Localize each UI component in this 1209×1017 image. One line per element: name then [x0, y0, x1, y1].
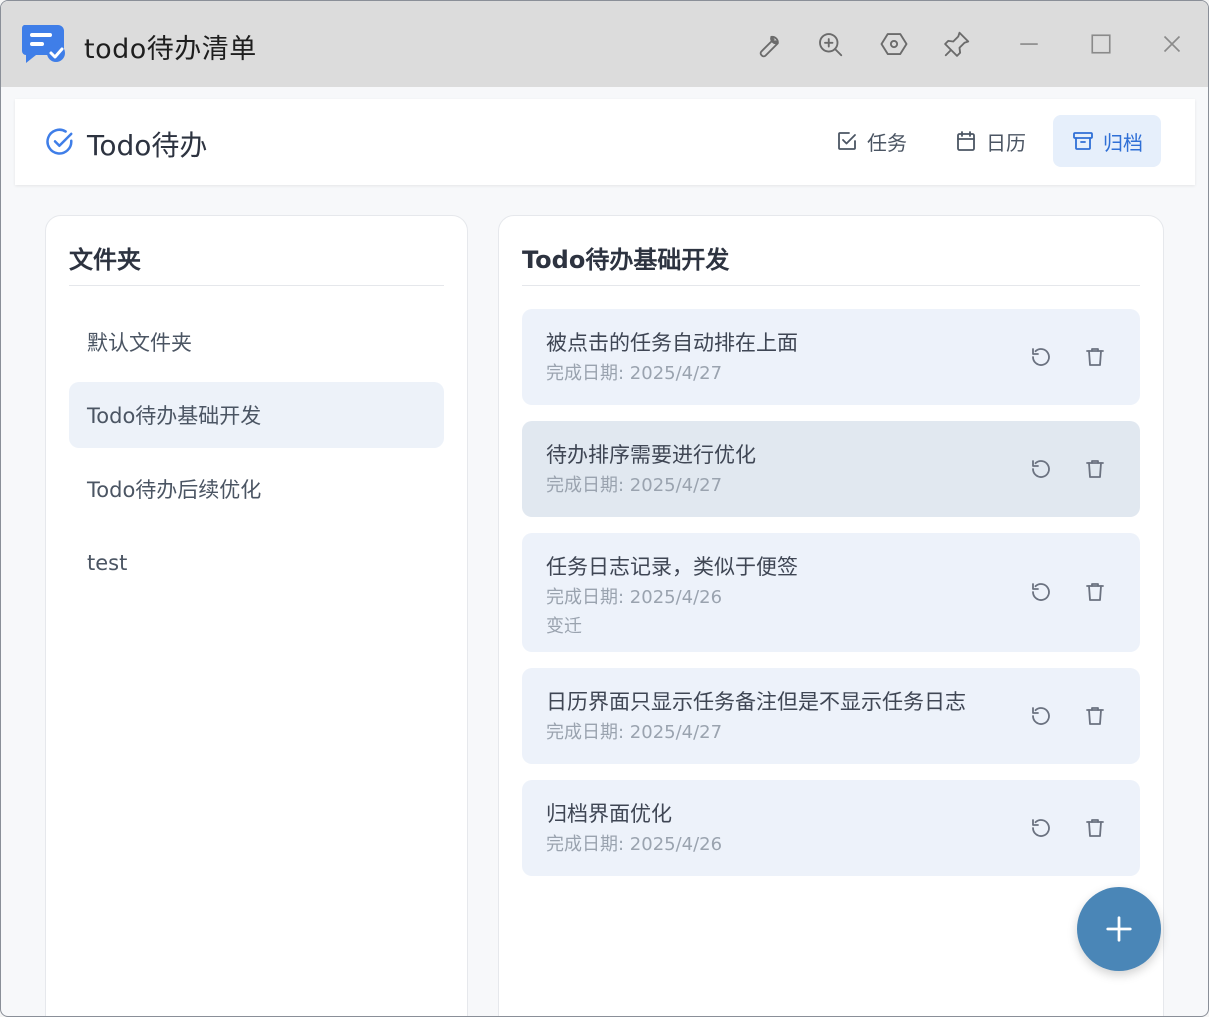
tab-label: 任务 [867, 130, 907, 155]
minimize-icon[interactable] [1011, 26, 1047, 62]
hexagon-settings-icon[interactable] [876, 26, 912, 62]
close-icon[interactable] [1154, 26, 1190, 62]
task-card[interactable]: 日历界面只显示任务备注但是不显示任务日志 完成日期: 2025/4/27 [522, 668, 1140, 764]
tab-label: 日历 [986, 130, 1026, 155]
delete-icon[interactable] [1079, 812, 1111, 844]
folder-panel-title: 文件夹 [69, 246, 141, 274]
archive-icon [1073, 132, 1093, 150]
check-circle-icon [46, 128, 73, 155]
folder-label: test [87, 551, 128, 575]
task-card[interactable]: 待办排序需要进行优化 完成日期: 2025/4/27 [522, 421, 1140, 517]
task-card[interactable]: 任务日志记录，类似于便签 完成日期: 2025/4/26 变迁 [522, 533, 1140, 652]
folder-item[interactable]: Todo待办后续优化 [69, 456, 444, 522]
task-note: 变迁 [546, 616, 582, 637]
tab-tasks[interactable]: 任务 [817, 115, 925, 167]
task-panel: Todo待办基础开发 被点击的任务自动排在上面 完成日期: 2025/4/27 … [498, 215, 1164, 1016]
task-title: 任务日志记录，类似于便签 [546, 555, 798, 579]
restore-icon[interactable] [1025, 576, 1057, 608]
folder-item[interactable]: 默认文件夹 [69, 309, 444, 375]
add-task-button[interactable] [1077, 887, 1161, 971]
delete-icon[interactable] [1079, 341, 1111, 373]
restore-icon[interactable] [1025, 453, 1057, 485]
tab-calendar[interactable]: 日历 [936, 115, 1044, 167]
restore-icon[interactable] [1025, 700, 1057, 732]
task-card[interactable]: 归档界面优化 完成日期: 2025/4/26 [522, 780, 1140, 876]
delete-icon[interactable] [1079, 700, 1111, 732]
task-title: 待办排序需要进行优化 [546, 443, 756, 467]
zoom-in-icon[interactable] [812, 26, 848, 62]
task-date: 完成日期: 2025/4/27 [546, 363, 723, 384]
checkbox-icon [838, 132, 856, 150]
restore-icon[interactable] [1025, 341, 1057, 373]
task-card[interactable]: 被点击的任务自动排在上面 完成日期: 2025/4/27 [522, 309, 1140, 405]
divider [522, 285, 1140, 286]
tab-archive[interactable]: 归档 [1053, 115, 1161, 167]
window-title: todo待办清单 [84, 34, 257, 65]
delete-icon[interactable] [1079, 453, 1111, 485]
tab-label: 归档 [1103, 130, 1143, 155]
task-title: 被点击的任务自动排在上面 [546, 331, 798, 355]
plus-icon [1106, 916, 1132, 942]
app-window: todo待办清单 Todo待办 任务 日历 归档 文件夹 默认文件夹 Todo待… [0, 0, 1209, 1017]
brand-title: Todo待办 [87, 129, 208, 162]
folder-label: Todo待办基础开发 [87, 404, 262, 428]
task-date: 完成日期: 2025/4/26 [546, 834, 723, 855]
delete-icon[interactable] [1079, 576, 1111, 608]
pin-icon[interactable] [939, 26, 975, 62]
app-header: Todo待办 任务 日历 归档 [15, 99, 1195, 185]
task-title: 日历界面只显示任务备注但是不显示任务日志 [546, 690, 966, 714]
calendar-icon [957, 131, 975, 151]
divider [69, 285, 444, 286]
task-panel-title: Todo待办基础开发 [522, 246, 730, 274]
task-date: 完成日期: 2025/4/27 [546, 722, 723, 743]
task-title: 归档界面优化 [546, 802, 672, 826]
title-bar: todo待办清单 [1, 1, 1208, 87]
task-date: 完成日期: 2025/4/26 [546, 587, 723, 608]
folder-item[interactable]: Todo待办基础开发 [69, 382, 444, 448]
restore-icon[interactable] [1025, 812, 1057, 844]
wrench-icon[interactable] [750, 26, 786, 62]
folder-item[interactable]: test [69, 530, 444, 596]
task-date: 完成日期: 2025/4/27 [546, 475, 723, 496]
folder-label: Todo待办后续优化 [87, 478, 262, 502]
folder-label: 默认文件夹 [87, 331, 192, 355]
maximize-icon[interactable] [1083, 26, 1119, 62]
folder-panel: 文件夹 默认文件夹 Todo待办基础开发 Todo待办后续优化 test [45, 215, 468, 1016]
app-logo-icon [21, 25, 65, 63]
